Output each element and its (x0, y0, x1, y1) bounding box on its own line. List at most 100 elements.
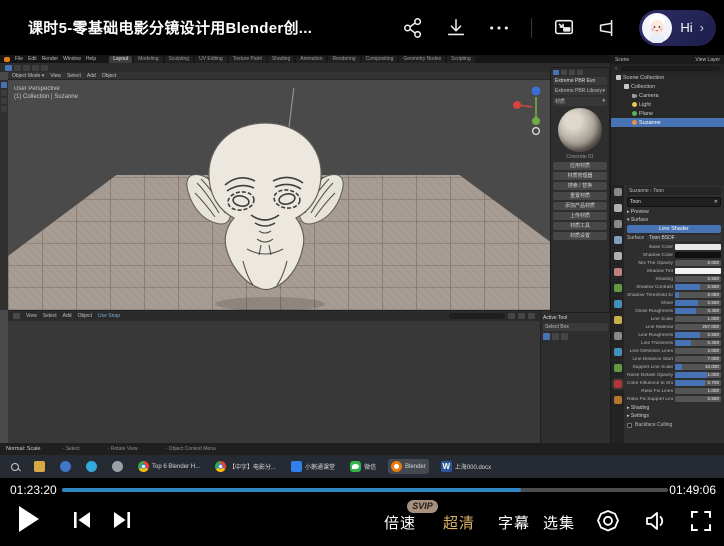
taskbar-item-blender[interactable]: Blender (388, 459, 429, 474)
workspace-tab-geometry-nodes[interactable]: Geometry Nodes (399, 56, 445, 63)
editor-menu-add[interactable]: Add (63, 313, 72, 319)
viewport-menu-add[interactable]: Add (87, 73, 96, 79)
properties-tab-icon[interactable] (614, 332, 622, 340)
property-slider[interactable]: 0.500 (675, 284, 721, 290)
scene-selector[interactable]: Scene (615, 57, 629, 63)
viewport-menu-view[interactable]: View (50, 73, 61, 79)
taskbar-item[interactable] (31, 459, 48, 474)
workspace-tab-rendering[interactable]: Rendering (328, 56, 359, 63)
property-slider[interactable]: 2.000 (675, 348, 721, 354)
download-icon[interactable] (445, 17, 467, 39)
use-snap-toggle[interactable]: Use Snap (98, 313, 120, 319)
tool-button[interactable] (14, 65, 21, 71)
episodes-button[interactable]: 选集 (543, 512, 575, 533)
workspace-tab-animation[interactable]: Animation (296, 56, 326, 63)
progress-bar[interactable] (62, 488, 668, 492)
editor-search-input[interactable] (449, 313, 505, 319)
subtitles-button[interactable]: 字幕 (498, 512, 530, 533)
outliner-item-camera[interactable]: Camera (611, 91, 724, 100)
outliner-item-suzanne[interactable]: Suzanne (611, 118, 724, 127)
volume-icon[interactable] (643, 509, 667, 533)
quality-button[interactable]: 超清 (443, 512, 475, 533)
viewport-menu-select[interactable]: Select (67, 73, 81, 79)
record-icon[interactable] (596, 509, 620, 533)
property-slider[interactable]: 257.000 (675, 324, 721, 330)
properties-tab-icon[interactable] (614, 284, 622, 292)
material-name-field[interactable]: Toon✕ (627, 197, 721, 207)
pbr-button[interactable]: 重置材质 (553, 192, 607, 200)
select-tool-button[interactable] (1, 82, 7, 88)
outliner-item-plane[interactable]: Plane (611, 109, 724, 118)
property-slider[interactable]: 0.400 (675, 308, 721, 314)
pbr-library-select[interactable]: Extreme PBR Library▾ (553, 87, 607, 95)
property-slider[interactable]: 0.700 (675, 380, 721, 386)
active-tool-icon[interactable] (5, 65, 12, 71)
material-preview-sphere[interactable] (558, 108, 602, 152)
pbr-button[interactable]: 材质设置 (553, 232, 607, 240)
workspace-tab-modeling[interactable]: Modeling (134, 56, 162, 63)
blender-menu-render[interactable]: Render (42, 56, 58, 62)
blender-menu-help[interactable]: Help (86, 56, 96, 62)
next-episode-button[interactable] (111, 509, 133, 531)
editor-type-icon[interactable] (13, 313, 20, 319)
workspace-tab-texture-paint[interactable]: Texture Paint (229, 56, 266, 63)
properties-tab-icon[interactable] (614, 396, 622, 404)
view-layer-selector[interactable]: View Layer (695, 57, 720, 63)
viewport-menu-object-mode[interactable]: Object Mode ▾ (12, 73, 44, 79)
property-slider[interactable]: 0.500 (675, 276, 721, 282)
view-option-button[interactable] (508, 313, 515, 319)
property-slider[interactable]: 0.000 (675, 260, 721, 266)
blender-menu-file[interactable]: File (15, 56, 23, 62)
filter-icon[interactable]: ▿ (615, 66, 618, 72)
pbr-button[interactable]: 材质管理器 (553, 172, 607, 180)
taskbar-item-小鹅通课堂[interactable]: 小鹅通课堂 (288, 459, 338, 474)
pbr-button[interactable]: 搜索 / 替换 (553, 182, 607, 190)
blender-menu-edit[interactable]: Edit (28, 56, 37, 62)
color-swatch[interactable] (675, 244, 721, 250)
property-slider[interactable]: 1.000 (675, 388, 721, 394)
rotate-tool-button[interactable] (1, 106, 7, 112)
tool-icon[interactable] (561, 333, 568, 340)
view-option-button[interactable] (518, 313, 525, 319)
outliner-search-input[interactable] (621, 66, 720, 71)
pbr-button[interactable]: 材质工具 (553, 222, 607, 230)
taskbar-item-top-6-blender-h-[interactable]: Top 6 Blender H... (135, 459, 203, 474)
properties-tab-icon[interactable] (614, 220, 622, 228)
editor-menu-object[interactable]: Object (78, 313, 92, 319)
share-icon[interactable] (402, 17, 424, 39)
taskbar-item[interactable] (8, 461, 22, 473)
workspace-tab-compositing[interactable]: Compositing (362, 56, 398, 63)
suzanne-monkey-model[interactable] (185, 119, 345, 297)
surface-shader-row[interactable]: Surface Toon BSDF (627, 235, 721, 241)
cursor-tool-button[interactable] (1, 90, 7, 96)
tool-button[interactable] (23, 65, 30, 71)
property-slider[interactable]: 0.050 (675, 292, 721, 298)
pbr-button[interactable]: 应用材质 (553, 162, 607, 170)
view-option-button[interactable] (528, 313, 535, 319)
collapsed-section[interactable]: ▸ Settings (627, 413, 721, 419)
taskbar-item[interactable] (109, 459, 126, 474)
playback-speed-button[interactable]: 倍速 (384, 512, 416, 533)
editor-menu-select[interactable]: Select (43, 313, 57, 319)
workspace-tab-layout[interactable]: Layout (109, 56, 132, 63)
viewport-menu-object[interactable]: Object (102, 73, 116, 79)
surface-section-header[interactable]: ▾ Surface (627, 217, 721, 223)
tool-icon[interactable] (552, 333, 559, 340)
taskbar-item-上海000-docx[interactable]: 上海000.docx (438, 459, 494, 474)
color-swatch[interactable] (675, 252, 721, 258)
taskbar-item[interactable] (57, 459, 74, 474)
properties-tab-icon[interactable] (614, 252, 622, 260)
properties-tab-icon[interactable] (614, 268, 622, 276)
more-options-icon[interactable] (488, 17, 510, 39)
properties-tab-icon[interactable] (614, 316, 622, 324)
properties-tab-icon[interactable] (614, 348, 622, 356)
workspace-tab-sculpting[interactable]: Sculpting (165, 56, 194, 63)
property-slider[interactable]: 0.500 (675, 332, 721, 338)
picture-in-picture-icon[interactable] (553, 17, 575, 39)
workspace-tab-shading[interactable]: Shading (268, 56, 294, 63)
collapsed-section[interactable]: ▸ Shading (627, 405, 721, 411)
pbr-tab-icon[interactable] (569, 70, 575, 75)
cast-icon[interactable] (596, 17, 618, 39)
outliner-item-collection[interactable]: Collection (611, 82, 724, 91)
preview-section-header[interactable]: ▸ Preview (627, 209, 721, 215)
